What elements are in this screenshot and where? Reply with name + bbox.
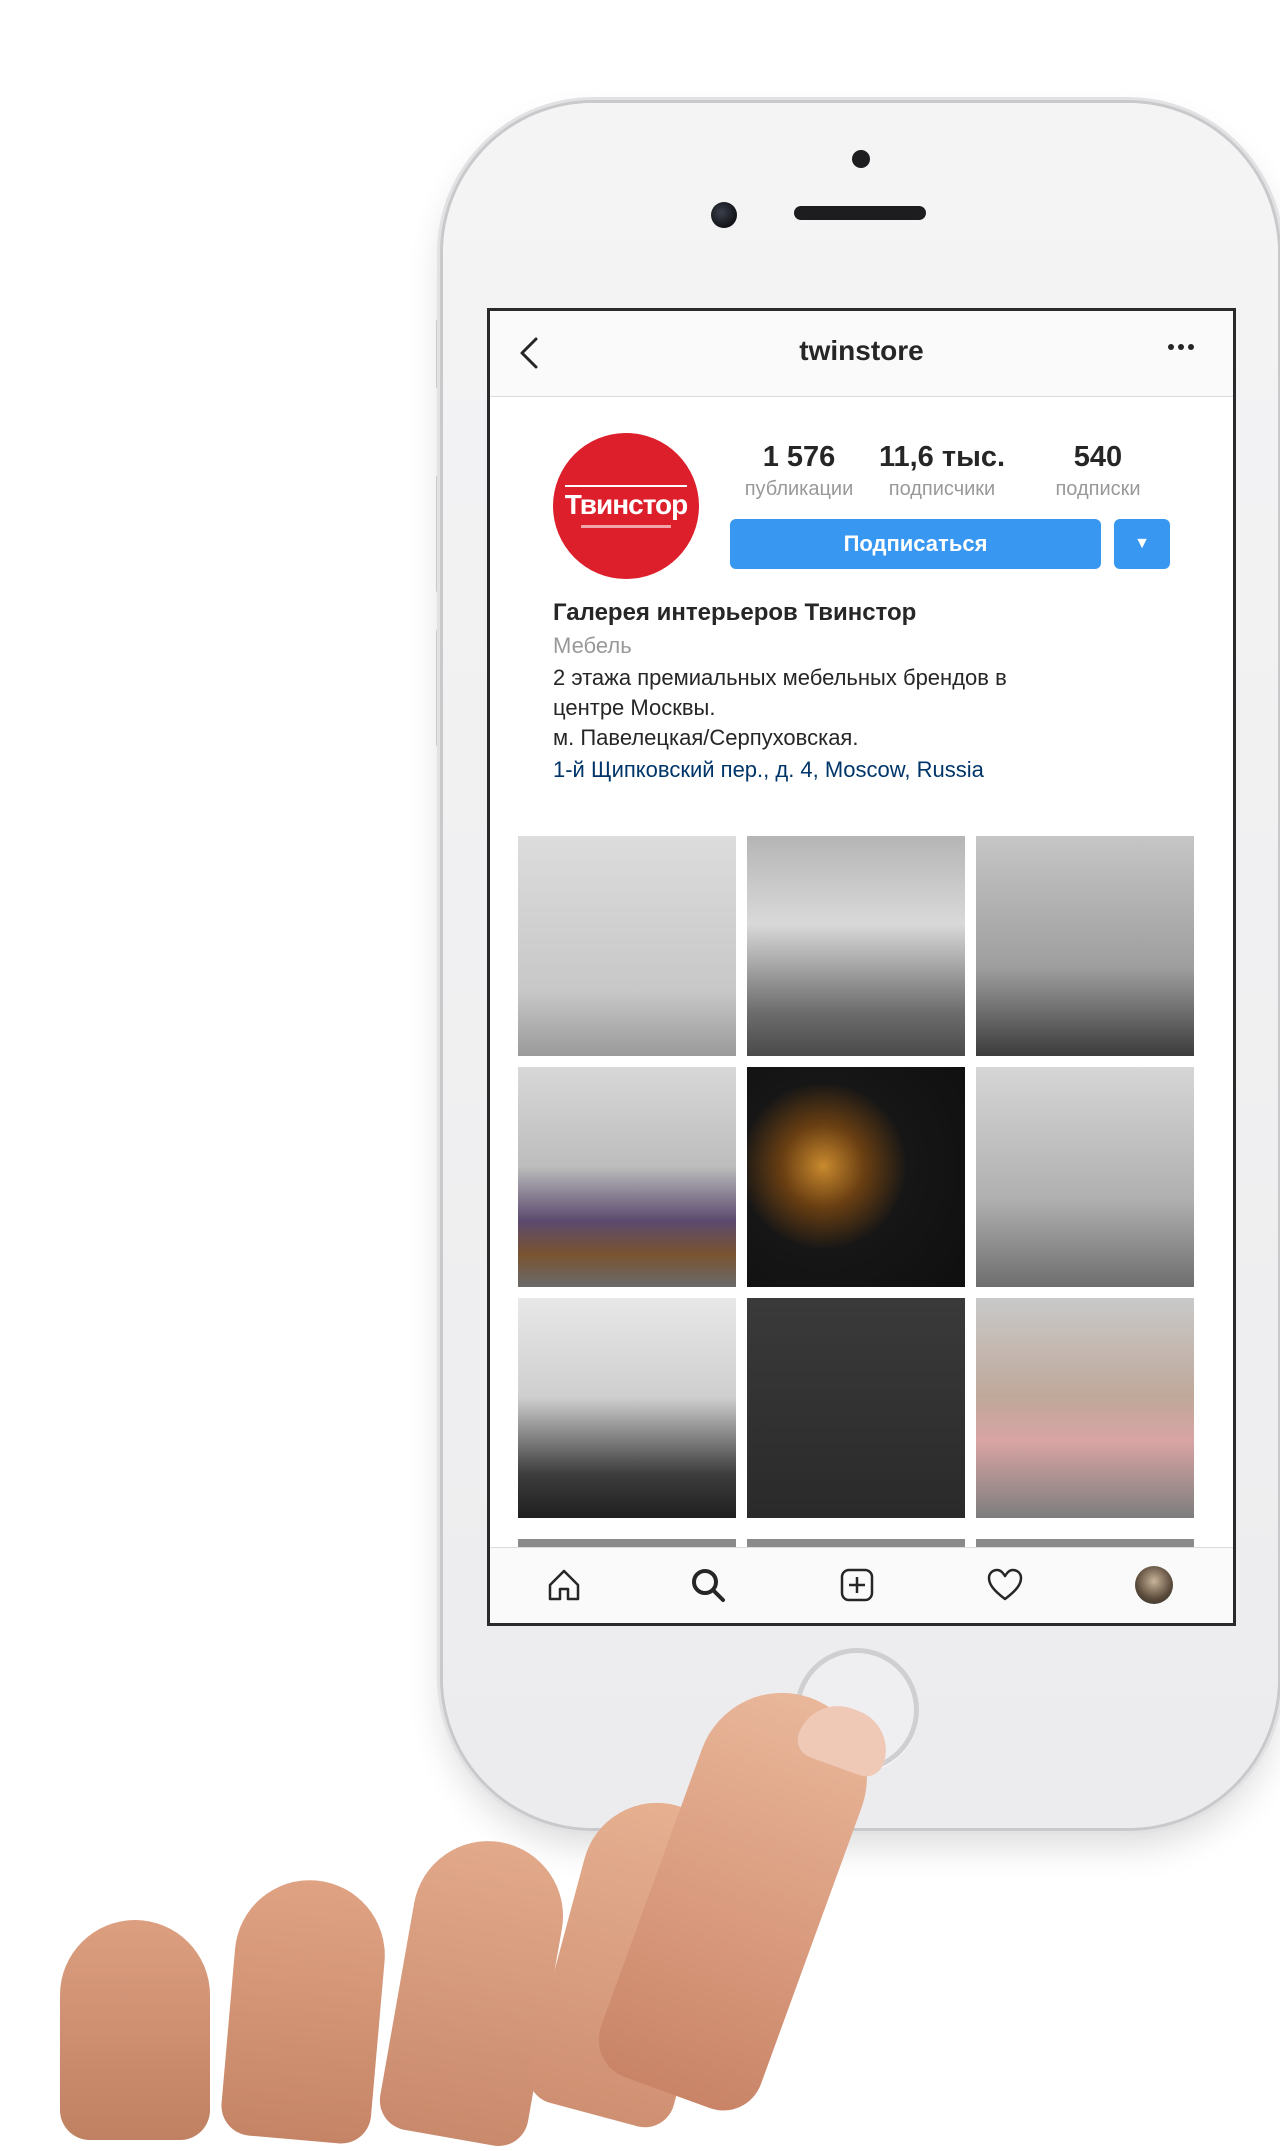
post-thumbnail[interactable] (518, 1298, 736, 1518)
stat-following[interactable]: 540 подписки (1026, 441, 1170, 501)
hand-finger (375, 1829, 575, 2151)
profile-stats: 1 576 публикации 11,6 тыс. подписчики 54… (730, 441, 1170, 501)
post-thumbnail[interactable] (518, 836, 736, 1056)
post-thumbnail[interactable] (976, 1298, 1194, 1518)
post-thumbnail[interactable] (747, 1067, 965, 1287)
hand-finger (60, 1920, 210, 2140)
post-thumbnail[interactable] (976, 836, 1194, 1056)
post-thumbnail[interactable] (518, 1067, 736, 1287)
post-grid (518, 836, 1201, 1518)
add-post-icon[interactable] (834, 1562, 880, 1608)
ellipsis-icon[interactable] (1163, 329, 1199, 372)
bio-text-line: 2 этажа премиальных мебельных брендов в (553, 665, 1007, 690)
post-thumbnail[interactable] (747, 836, 965, 1056)
stat-label: подписки (1055, 478, 1141, 500)
post-thumbnail[interactable] (747, 1298, 965, 1518)
stat-followers[interactable]: 11,6 тыс. подписчики (868, 441, 1016, 501)
stat-value: 11,6 тыс. (878, 441, 1006, 473)
logo-tagline-mark (581, 524, 671, 528)
bio-text-line: м. Павелецкая/Серпуховская. (553, 725, 859, 750)
stat-value: 1 576 (762, 441, 836, 473)
screen: twinstore Твинстор 1 576 публикации 11,6… (487, 308, 1236, 1626)
stat-value: 540 (1073, 441, 1123, 473)
profile-avatar[interactable]: Твинстор (553, 433, 699, 579)
bio-location-link[interactable]: 1-й Щипковский пер., д. 4, Moscow, Russi… (553, 757, 1193, 783)
heart-icon[interactable] (982, 1562, 1028, 1608)
bottom-tabbar (490, 1547, 1233, 1623)
proximity-sensor (852, 150, 870, 168)
hand-finger (218, 1873, 392, 2147)
profile-tab-avatar[interactable] (1131, 1562, 1177, 1608)
post-thumbnail[interactable] (976, 1067, 1194, 1287)
earpiece-speaker (794, 206, 926, 220)
page-title: twinstore (799, 335, 924, 366)
front-camera (711, 202, 737, 228)
brand-logo: Твинстор (564, 484, 688, 521)
stat-label: публикации (744, 478, 854, 500)
stat-posts[interactable]: 1 576 публикации (730, 441, 868, 501)
avatar (1135, 1566, 1173, 1604)
follow-button[interactable]: Подписаться (730, 519, 1101, 569)
bio-category: Мебель (553, 633, 632, 658)
search-icon[interactable] (685, 1562, 731, 1608)
stat-label: подписчики (888, 478, 996, 500)
home-icon[interactable] (541, 1562, 587, 1608)
bio-name: Галерея интерьеров Твинстор (553, 599, 917, 626)
top-navbar: twinstore (490, 311, 1233, 397)
profile-bio: Галерея интерьеров Твинстор Мебель 2 эта… (553, 599, 1193, 783)
bio-text-line: центре Москвы. (553, 695, 716, 720)
caret-down-icon[interactable]: ▼ (1114, 519, 1170, 569)
